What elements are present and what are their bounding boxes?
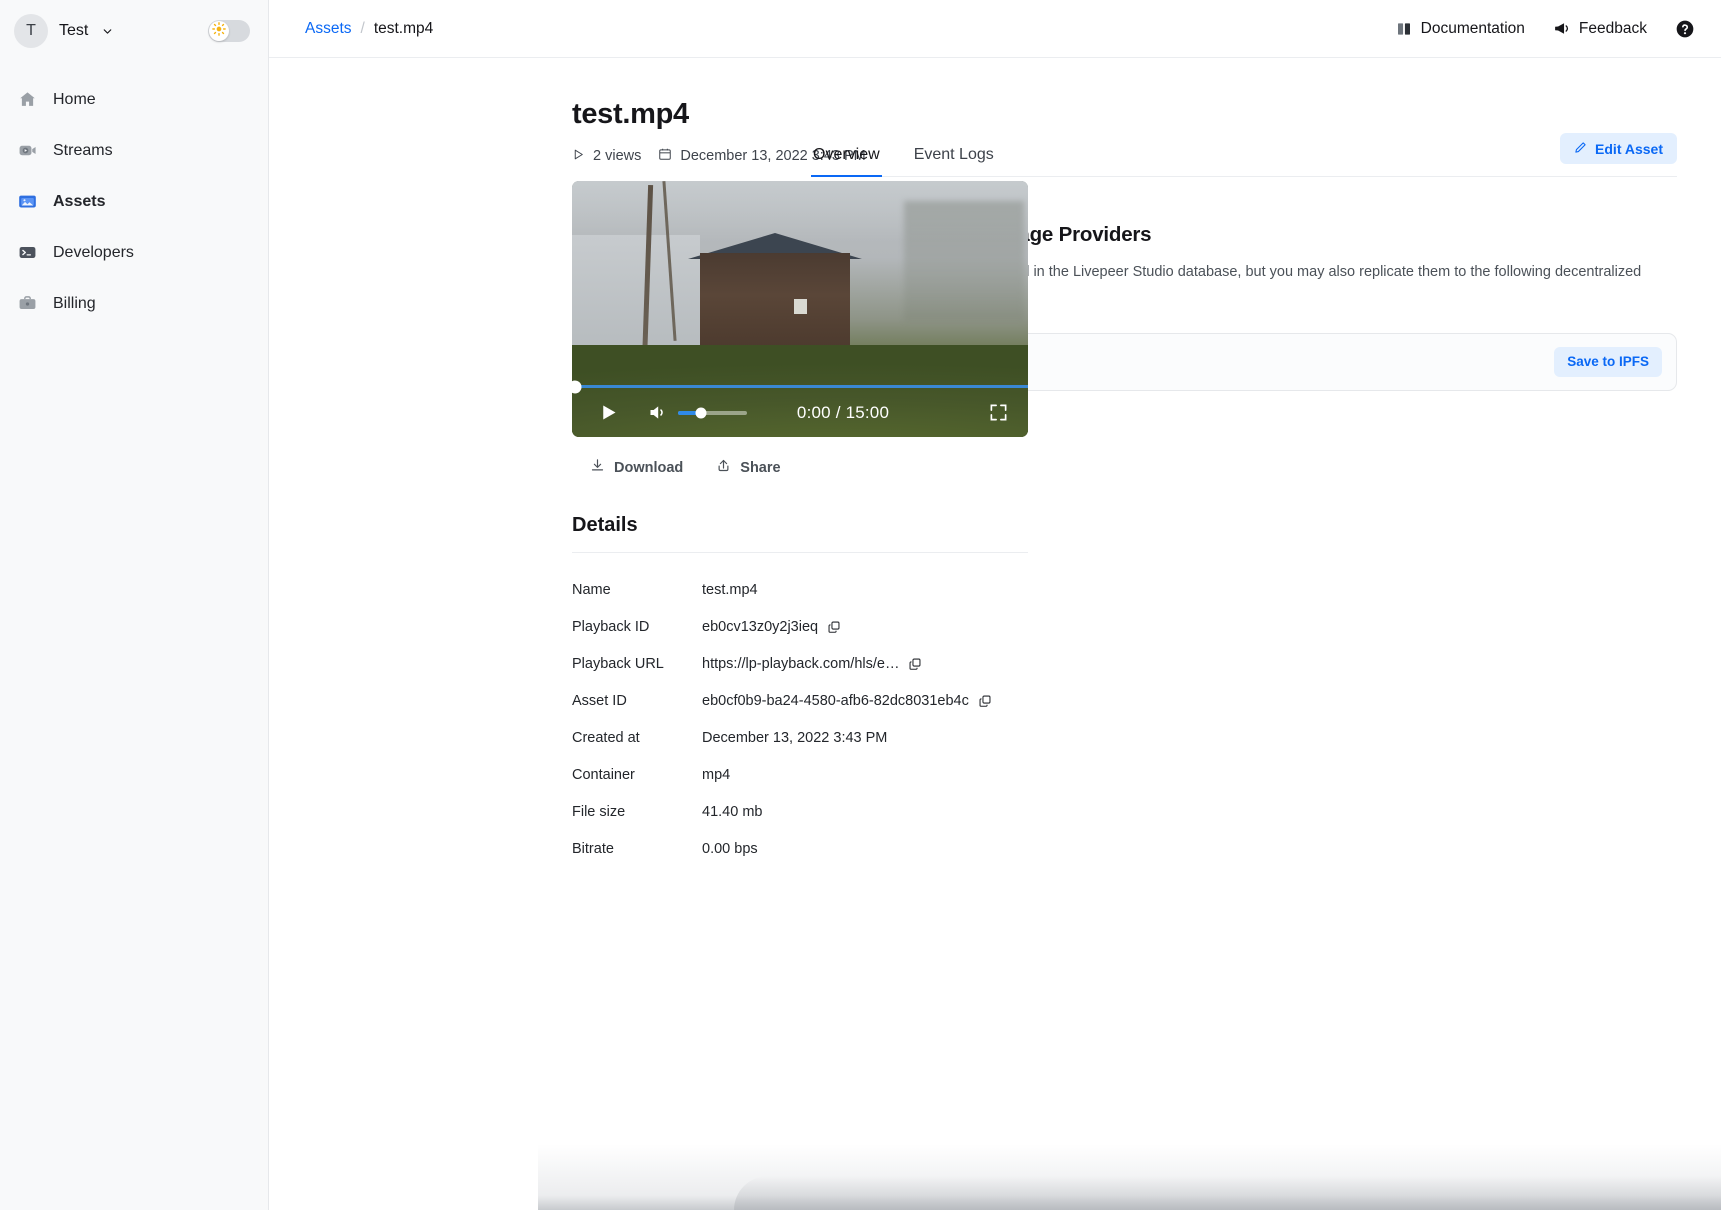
sidebar-item-billing[interactable]: Billing <box>0 287 268 320</box>
share-icon <box>716 458 731 477</box>
feedback-link[interactable]: Feedback <box>1553 20 1647 38</box>
views-meta: 2 views <box>572 148 641 165</box>
chevron-down-icon <box>101 25 114 38</box>
details-value: test.mp4 <box>702 582 758 598</box>
video-trees <box>904 201 1024 321</box>
home-icon <box>18 90 37 109</box>
video-cabin-window <box>794 299 807 314</box>
theme-toggle[interactable] <box>208 20 250 42</box>
details-value-text: 41.40 mb <box>702 803 763 820</box>
details-value: mp4 <box>702 767 730 783</box>
play-triangle-icon <box>572 148 585 165</box>
details-value: 0.00 bps <box>702 841 758 857</box>
sidebar-item-label: Assets <box>53 192 106 210</box>
views-count: 2 views <box>593 148 642 164</box>
sidebar-item-assets[interactable]: Assets <box>0 185 268 218</box>
feedback-label: Feedback <box>1578 19 1647 37</box>
sidebar-item-streams[interactable]: Streams <box>0 134 268 167</box>
details-value: 41.40 mb <box>702 804 762 820</box>
megaphone-icon <box>1553 20 1570 37</box>
download-label: Download <box>614 459 684 476</box>
details-value-text: test.mp4 <box>702 581 758 598</box>
details-label: Playback URL <box>572 655 664 672</box>
download-icon <box>590 458 605 477</box>
details-value-text: 0.00 bps <box>702 840 758 857</box>
tab-event-logs[interactable]: Event Logs <box>912 146 996 176</box>
fullscreen-icon[interactable] <box>989 403 1008 422</box>
sidebar-item-label: Developers <box>53 243 134 261</box>
share-button[interactable]: Share <box>716 458 781 477</box>
tabs-container: Overview Event Logs Edit Asset <box>811 133 1677 177</box>
main-area: Assets / test.mp4 Documentation Feedback <box>269 0 1721 1210</box>
save-to-ipfs-button[interactable]: Save to IPFS <box>1554 346 1662 377</box>
streams-icon <box>18 141 37 160</box>
video-cabin <box>700 253 850 358</box>
details-label: Container <box>572 766 635 783</box>
org-switcher[interactable]: T Test <box>0 0 268 62</box>
video-player[interactable]: 0:00 / 15:00 <box>572 181 1028 437</box>
topbar-actions: Documentation Feedback <box>1396 19 1695 39</box>
edit-asset-button[interactable]: Edit Asset <box>1560 133 1677 164</box>
app-root: T Test Home Streams Assets Developers Bi… <box>0 0 1721 1210</box>
sidebar-item-label: Home <box>53 90 96 108</box>
pencil-icon <box>1574 141 1587 157</box>
documentation-label: Documentation <box>1420 19 1525 37</box>
details-label: Asset ID <box>572 692 627 709</box>
breadcrumb-parent-link[interactable]: Assets <box>305 20 352 38</box>
breadcrumb-current: test.mp4 <box>373 19 434 37</box>
details-label: File size <box>572 803 626 820</box>
details-value-text: mp4 <box>702 766 731 783</box>
calendar-icon <box>658 147 672 165</box>
details-label: Bitrate <box>572 840 614 857</box>
volume-thumb[interactable] <box>695 407 707 418</box>
avatar: T <box>14 14 48 48</box>
volume-icon[interactable] <box>647 402 668 423</box>
sidebar-item-label: Billing <box>53 294 96 312</box>
details-label: Playback ID <box>572 618 650 635</box>
details-label: Created at <box>572 729 640 746</box>
sidebar-item-label: Streams <box>53 141 113 159</box>
details-label: Name <box>572 581 611 598</box>
help-circle-icon[interactable] <box>1675 19 1695 39</box>
theme-toggle-knob <box>209 21 229 41</box>
bottom-shadow <box>538 1144 1721 1210</box>
asset-left-column: test.mp4 2 views December 13, 2022 3:43 … <box>269 58 1028 867</box>
time-display: 0:00 / 15:00 <box>796 402 890 422</box>
book-icon <box>1396 21 1412 37</box>
tab-overview[interactable]: Overview <box>811 146 882 177</box>
play-icon[interactable] <box>598 402 619 423</box>
share-label: Share <box>740 459 781 476</box>
edit-asset-label: Edit Asset <box>1595 140 1663 157</box>
tabs: Overview Event Logs <box>811 146 1677 177</box>
sidebar-nav: Home Streams Assets Developers Billing <box>0 83 268 320</box>
sidebar-item-developers[interactable]: Developers <box>0 236 268 269</box>
page-content: test.mp4 2 views December 13, 2022 3:43 … <box>269 58 1721 867</box>
player-controls: 0:00 / 15:00 <box>572 388 1028 437</box>
video-water <box>572 235 700 359</box>
sidebar-item-home[interactable]: Home <box>0 83 268 116</box>
billing-icon <box>18 294 37 313</box>
volume-slider[interactable] <box>678 407 747 418</box>
sun-icon <box>212 21 226 41</box>
terminal-icon <box>18 243 37 262</box>
breadcrumb: Assets / test.mp4 <box>305 20 433 38</box>
documentation-link[interactable]: Documentation <box>1396 20 1525 38</box>
assets-icon <box>18 192 37 211</box>
download-button[interactable]: Download <box>590 458 683 477</box>
asset-right-column: Overview Event Logs Edit Asset Decentr <box>789 58 1721 867</box>
sidebar: T Test Home Streams Assets Developers Bi… <box>0 0 269 1210</box>
org-name: Test <box>59 22 89 39</box>
breadcrumb-separator: / <box>360 19 365 37</box>
topbar: Assets / test.mp4 Documentation Feedback <box>269 0 1721 58</box>
